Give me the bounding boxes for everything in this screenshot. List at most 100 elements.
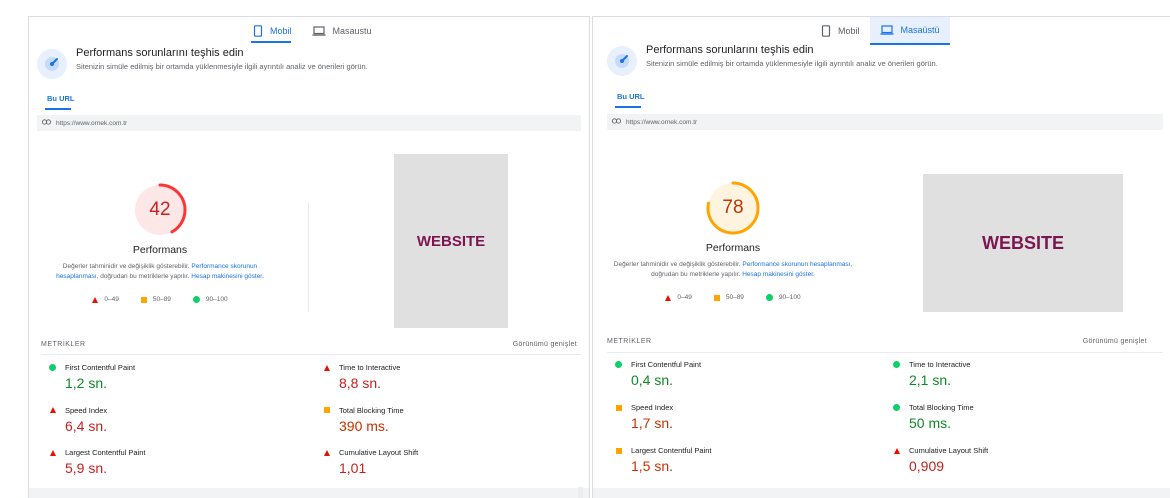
calculator-link[interactable]: Hesap makinesini göster. bbox=[191, 273, 264, 280]
device-tabs: Mobil Masaüstü bbox=[811, 17, 950, 45]
expand-view-button[interactable]: Görünümü genişlet bbox=[1083, 338, 1147, 345]
metric-value: 1,7 sn. bbox=[631, 415, 674, 431]
status-marker bbox=[615, 361, 622, 368]
performance-label: Performans bbox=[705, 242, 761, 254]
circle-icon bbox=[49, 364, 56, 371]
tab-this-url-label: Bu URL bbox=[47, 94, 75, 103]
mobile-report-panel: Mobil Masaustu Performans sorunlarını te… bbox=[28, 16, 590, 498]
square-icon bbox=[615, 404, 622, 411]
metrics-title: METRİKLER bbox=[41, 341, 86, 348]
header-title: Performans sorunlarını teşhis edin bbox=[646, 44, 814, 56]
laptop-icon bbox=[312, 26, 326, 36]
legend-poor: 0–49 bbox=[92, 296, 119, 303]
desc-text-2: , doğrudan bu metriklerle yapılır. bbox=[96, 273, 190, 280]
active-tab-indicator bbox=[251, 41, 291, 43]
triangle-icon bbox=[49, 407, 56, 413]
status-marker bbox=[615, 404, 622, 411]
calculator-link[interactable]: Hesap makinesini göster. bbox=[742, 271, 815, 278]
metric-name: Time to Interactive bbox=[909, 360, 971, 369]
legend-average: 50–89 bbox=[140, 296, 171, 303]
square-icon bbox=[140, 296, 147, 303]
score-calculation-link[interactable]: Performance skorunun hesaplanması bbox=[742, 261, 850, 268]
metric-item: Speed Index 6,4 sn. bbox=[49, 406, 107, 434]
expand-view-button[interactable]: Görünümü genişlet bbox=[513, 341, 577, 348]
square-icon bbox=[615, 447, 622, 454]
metric-item: Speed Index 1,7 sn. bbox=[615, 403, 673, 431]
metric-item: First Contentful Paint 0,4 sn. bbox=[615, 360, 701, 388]
status-marker bbox=[323, 364, 330, 371]
score-value: 78 bbox=[722, 197, 744, 218]
tab-this-url[interactable]: Bu URL bbox=[615, 92, 645, 108]
tab-desktop-label: Masaustu bbox=[332, 26, 372, 36]
metric-name: Speed Index bbox=[65, 405, 108, 415]
square-icon bbox=[713, 294, 720, 301]
metric-value: 5,9 sn. bbox=[65, 460, 108, 476]
legend-poor-label: 0–49 bbox=[677, 294, 692, 301]
tab-this-url[interactable]: Bu URL bbox=[45, 94, 75, 110]
circle-icon bbox=[893, 404, 900, 411]
square-icon bbox=[323, 407, 330, 413]
phone-icon bbox=[253, 25, 263, 37]
tab-desktop-label: Masaüstü bbox=[900, 25, 940, 35]
tab-mobile[interactable]: Mobil bbox=[243, 17, 302, 45]
header-subtitle: Sitenizin simüle edilmiş bir ortamda yük… bbox=[646, 59, 938, 68]
url-bar: https://www.ornek.com.tr bbox=[607, 114, 1163, 130]
tab-desktop[interactable]: Masaustu bbox=[302, 17, 382, 45]
status-marker bbox=[615, 447, 622, 454]
vertical-divider bbox=[308, 202, 309, 312]
metric-value: 1,2 sn. bbox=[65, 375, 108, 391]
triangle-icon bbox=[49, 449, 56, 456]
metric-name: Total Blocking Time bbox=[909, 403, 974, 412]
metric-item: Total Blocking Time 50 ms. bbox=[893, 403, 974, 431]
performance-description: Değerler tahminidir ve değişiklik göster… bbox=[613, 260, 853, 280]
metric-value: 8,8 sn. bbox=[339, 375, 382, 391]
metric-item: Cumulative Layout Shift 1,01 bbox=[323, 448, 418, 476]
legend-good: 90–100 bbox=[765, 294, 801, 301]
metric-name-row: First Contentful Paint bbox=[49, 363, 135, 372]
metric-name-row: Speed Index bbox=[615, 403, 673, 412]
legend-average-label: 50–89 bbox=[725, 294, 744, 301]
performance-description: Değerler tahminidir ve değişiklik göster… bbox=[49, 262, 271, 282]
tab-mobile[interactable]: Mobil bbox=[811, 17, 870, 45]
legend-good-label: 90–100 bbox=[778, 294, 801, 301]
header-title: Performans sorunlarını teşhis edin bbox=[76, 47, 244, 59]
metrics-divider bbox=[607, 352, 1163, 353]
status-marker bbox=[49, 449, 56, 456]
metric-name-row: Time to Interactive bbox=[323, 363, 400, 372]
performance-score-section: 78 Performans Değerler tahminidir ve değ… bbox=[613, 180, 853, 301]
metric-value: 390 ms. bbox=[339, 417, 389, 434]
url-tab-indicator bbox=[45, 108, 71, 110]
legend-poor: 0–49 bbox=[665, 294, 692, 301]
status-marker bbox=[893, 447, 900, 454]
metric-item: Time to Interactive 2,1 sn. bbox=[893, 360, 970, 388]
tab-desktop[interactable]: Masaüstü bbox=[869, 17, 950, 45]
legend-average-label: 50–89 bbox=[152, 296, 171, 303]
metrics-title: METRİKLER bbox=[607, 338, 652, 345]
triangle-icon bbox=[893, 447, 900, 454]
tab-mobile-label: Mobil bbox=[838, 26, 860, 36]
metric-name: Cumulative Layout Shift bbox=[339, 448, 419, 457]
desc-text-1: Değerler tahminidir ve değişiklik göster… bbox=[62, 263, 190, 270]
performance-score-section: 42 Performans Değerler tahminidir ve değ… bbox=[49, 182, 271, 303]
report-footer bbox=[593, 488, 1170, 498]
scrollbar[interactable] bbox=[578, 487, 583, 498]
metric-name: Speed Index bbox=[631, 403, 674, 412]
metric-name: Largest Contentful Paint bbox=[631, 446, 712, 455]
metric-name: Total Blocking Time bbox=[339, 405, 404, 415]
metric-value: 0,909 bbox=[909, 458, 945, 474]
metric-item: First Contentful Paint 1,2 sn. bbox=[49, 363, 135, 391]
metric-name: First Contentful Paint bbox=[631, 360, 702, 369]
metric-name-row: Total Blocking Time bbox=[323, 406, 404, 415]
link-icon bbox=[42, 119, 51, 127]
url-bar: https://www.ornek.com.tr bbox=[37, 115, 581, 131]
report-footer bbox=[29, 488, 589, 498]
speed-gauge-icon bbox=[607, 46, 637, 76]
url-text: https://www.ornek.com.tr bbox=[56, 119, 128, 127]
circle-icon bbox=[893, 361, 900, 368]
metric-name-row: Speed Index bbox=[49, 406, 107, 415]
metric-value: 1,5 sn. bbox=[631, 458, 674, 474]
laptop-icon bbox=[880, 25, 894, 35]
metric-name-row: Cumulative Layout Shift bbox=[323, 448, 418, 457]
status-marker bbox=[49, 364, 56, 371]
legend-average: 50–89 bbox=[713, 294, 744, 301]
